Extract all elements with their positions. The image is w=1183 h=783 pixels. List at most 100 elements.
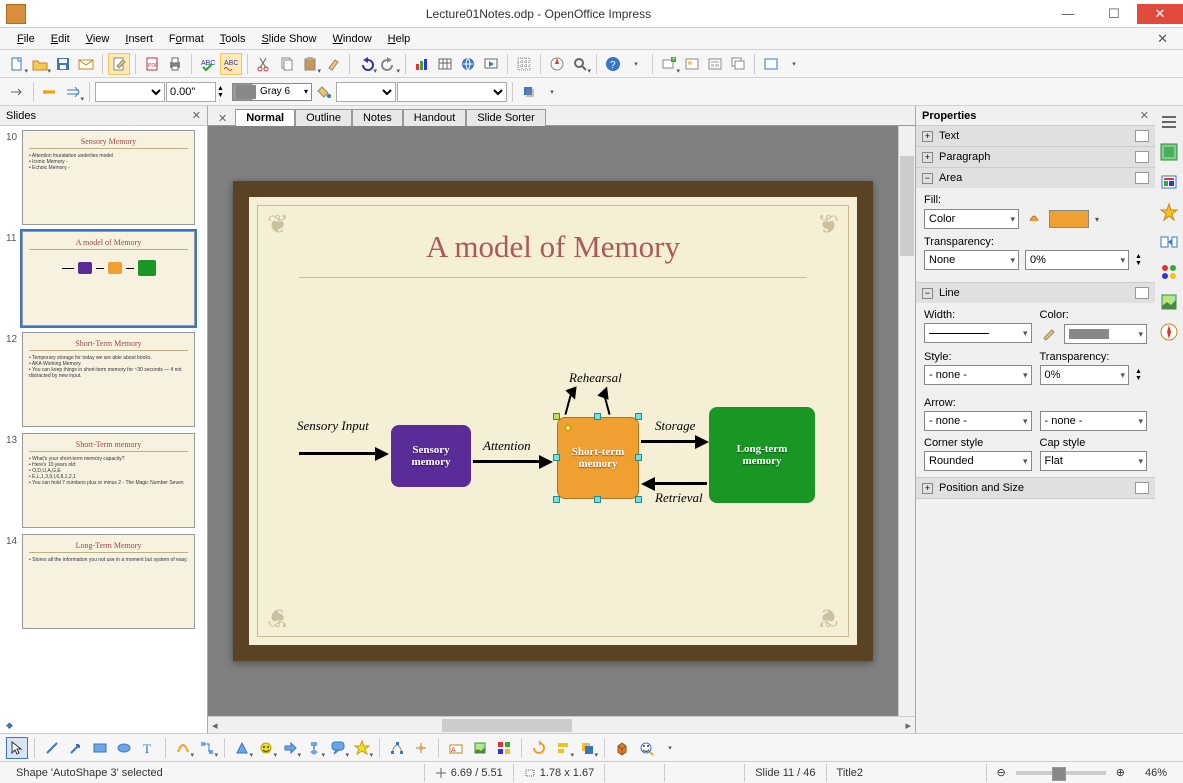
line-width-input[interactable] — [166, 82, 216, 102]
paste-button[interactable]: ▾ — [299, 53, 321, 75]
line-width-select[interactable] — [924, 323, 1032, 343]
width-up-button[interactable]: ▲ — [217, 85, 231, 92]
email-button[interactable] — [75, 53, 97, 75]
selection-handle[interactable] — [635, 454, 642, 461]
sidebar-menu-icon[interactable] — [1159, 112, 1179, 132]
arrange-button[interactable]: ▾ — [576, 737, 598, 759]
gallery-tab-icon[interactable] — [1159, 292, 1179, 312]
tabs-close-left[interactable]: ✕ — [214, 112, 231, 125]
copy-button[interactable] — [276, 53, 298, 75]
basic-shapes-button[interactable]: ▾ — [231, 737, 253, 759]
symbol-shapes-button[interactable]: ▾ — [255, 737, 277, 759]
section-area[interactable]: −Area — [916, 168, 1155, 188]
slide-design-button[interactable] — [681, 53, 703, 75]
fill-advanced-button[interactable] — [1025, 208, 1043, 230]
menu-slideshow[interactable]: Slide Show — [254, 31, 323, 47]
save-button[interactable] — [52, 53, 74, 75]
thumb-12[interactable]: 12 Short-Term Memory• Temporary storage … — [6, 332, 195, 427]
slide-show-button[interactable] — [480, 53, 502, 75]
zoom-slider[interactable] — [1016, 771, 1106, 775]
selection-handle[interactable] — [635, 413, 642, 420]
curve-tool-button[interactable]: ▾ — [172, 737, 194, 759]
open-button[interactable]: ▾ — [29, 53, 51, 75]
grid-button[interactable] — [513, 53, 535, 75]
print-button[interactable] — [164, 53, 186, 75]
callouts-button[interactable]: ▾ — [327, 737, 349, 759]
slide-thumbnails[interactable]: 10 Sensory Memory• Attention foundation … — [0, 126, 207, 718]
properties-tab-icon[interactable] — [1159, 142, 1179, 162]
gluepoints-button[interactable] — [410, 737, 432, 759]
section-line[interactable]: −Line — [916, 283, 1155, 303]
help-button[interactable]: ? — [602, 53, 624, 75]
close-doc-button[interactable]: ✕ — [1152, 31, 1173, 47]
more-icon[interactable] — [1135, 482, 1149, 494]
slide-transition-tab-icon[interactable] — [1159, 232, 1179, 252]
box-long-term-memory[interactable]: Long-term memory — [709, 407, 815, 503]
stars-button[interactable]: ▾ — [351, 737, 373, 759]
menu-overflow-button[interactable]: ▾ — [625, 53, 647, 75]
line-style-select[interactable]: - none - — [95, 82, 165, 102]
menu-file[interactable]: File — [10, 31, 42, 47]
tab-outline[interactable]: Outline — [295, 109, 352, 126]
navigator-tab-icon[interactable] — [1159, 322, 1179, 342]
gallery-button[interactable] — [493, 737, 515, 759]
menu-insert[interactable]: Insert — [118, 31, 160, 47]
properties-close-icon[interactable]: ✕ — [1140, 109, 1149, 122]
shadow-button[interactable] — [518, 81, 540, 103]
fontwork-button[interactable]: A — [445, 737, 467, 759]
ellipse-tool-button[interactable] — [113, 737, 135, 759]
hyperlink-button[interactable] — [457, 53, 479, 75]
insert-slide-button[interactable]: +▾ — [658, 53, 680, 75]
menu-format[interactable]: Format — [162, 31, 211, 47]
fill-type-select[interactable]: Color — [924, 209, 1019, 229]
vertical-scrollbar[interactable] — [898, 126, 915, 716]
width-down-button[interactable]: ▼ — [217, 92, 231, 99]
spellcheck-button[interactable]: ABC — [197, 53, 219, 75]
more-icon[interactable] — [1135, 172, 1149, 184]
corner-style-select[interactable]: Rounded — [924, 451, 1032, 471]
more-icon[interactable] — [1135, 130, 1149, 142]
zoom-in-button[interactable]: ⊕ — [1116, 766, 1125, 779]
tab-handout[interactable]: Handout — [403, 109, 467, 126]
minimize-button[interactable]: — — [1045, 4, 1091, 24]
extrusion-button[interactable] — [611, 737, 633, 759]
interaction-button[interactable] — [635, 737, 657, 759]
selection-handle[interactable] — [594, 496, 601, 503]
maximize-button[interactable]: ☐ — [1091, 4, 1137, 24]
line-style-select[interactable]: - none - — [924, 365, 1032, 385]
selection-handle[interactable] — [553, 454, 560, 461]
cut-button[interactable] — [253, 53, 275, 75]
line-trans-input[interactable]: 0% — [1040, 365, 1130, 385]
table-button[interactable] — [434, 53, 456, 75]
slides-panel-close-icon[interactable]: ✕ — [192, 109, 201, 122]
zoom-button[interactable]: ▾ — [569, 53, 591, 75]
section-text[interactable]: +Text — [916, 126, 1155, 146]
slide-canvas[interactable]: ❦ ❦ ❦ ❦ A model of Memory Sensory Input … — [208, 126, 898, 716]
zoom-out-button[interactable]: ⊖ — [997, 766, 1006, 779]
undo-button[interactable]: ▾ — [355, 53, 377, 75]
rotate-button[interactable] — [528, 737, 550, 759]
selection-handle[interactable] — [553, 496, 560, 503]
text-tool-button[interactable]: T — [137, 737, 159, 759]
format-paintbrush-button[interactable] — [322, 53, 344, 75]
selection-handle[interactable] — [635, 496, 642, 503]
toolbar2-overflow-button[interactable]: ▾ — [541, 81, 563, 103]
horizontal-scrollbar[interactable]: ◂ ▸ — [208, 716, 915, 733]
transparency-mode-select[interactable]: None — [924, 250, 1019, 270]
toolbar-overflow-button[interactable]: ▾ — [783, 53, 805, 75]
fill-color-select[interactable] — [397, 82, 507, 102]
navigator-button[interactable] — [546, 53, 568, 75]
line-color-select[interactable] — [1064, 324, 1148, 344]
select-tool-button[interactable] — [6, 737, 28, 759]
arrow-start-select[interactable]: - none - — [924, 411, 1032, 431]
line-color-select[interactable]: Gray 6▾ — [232, 83, 312, 101]
drawing-overflow-button[interactable]: ▾ — [659, 737, 681, 759]
fill-color-swatch[interactable] — [1049, 210, 1089, 228]
section-position-size[interactable]: +Position and Size — [916, 478, 1155, 498]
cap-style-select[interactable]: Flat — [1040, 451, 1148, 471]
arrow-end-select[interactable]: - none - — [1040, 411, 1148, 431]
alignment-button[interactable]: ▾ — [552, 737, 574, 759]
custom-animation-tab-icon[interactable] — [1159, 202, 1179, 222]
thumb-14[interactable]: 14 Long-Term Memory• Stores all the info… — [6, 534, 195, 629]
slide-body[interactable]: Sensory Input Attention Rehearsal Storag… — [279, 290, 827, 580]
